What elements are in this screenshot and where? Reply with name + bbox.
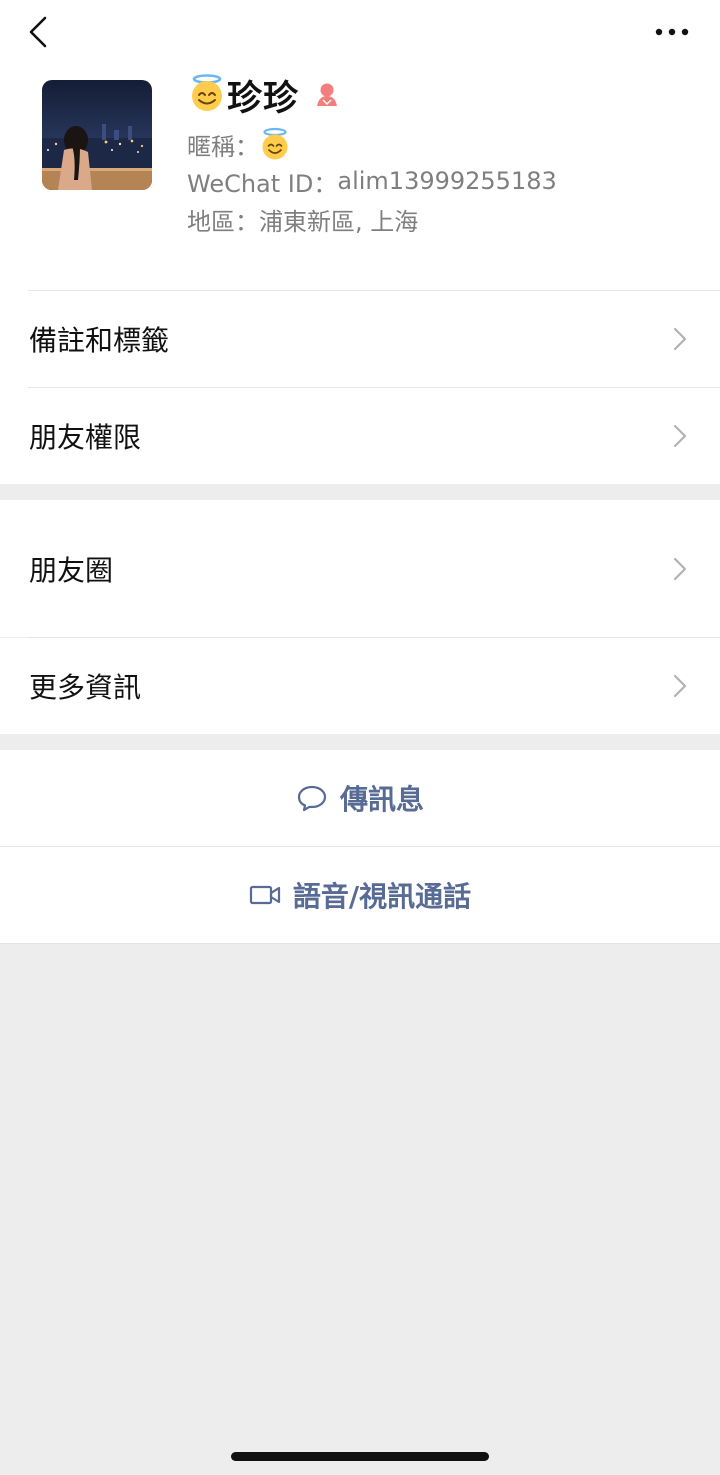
menu-item-friend-permissions[interactable]: 朋友權限 xyxy=(0,388,720,484)
region-label: 地區： xyxy=(187,207,259,236)
chevron-right-icon xyxy=(672,638,688,734)
menu-item-label: 更多資訊 xyxy=(29,671,142,704)
chevron-right-icon xyxy=(672,500,688,637)
menu-item-more-info[interactable]: 更多資訊 xyxy=(0,638,720,734)
video-camera-icon xyxy=(249,885,280,905)
chevron-left-icon xyxy=(29,16,47,48)
nickname-line: 暱稱： xyxy=(187,126,291,162)
call-label: 語音/視訊通話 xyxy=(292,880,472,913)
profile-header: 珍珍 暱稱： WeChat ID： alim13999255183 地區： 浦東… xyxy=(0,64,720,290)
avatar-image xyxy=(42,80,152,190)
more-button[interactable] xyxy=(644,10,700,54)
menu-item-label: 備註和標籤 xyxy=(29,324,170,357)
chevron-right-icon xyxy=(672,388,688,484)
region-value: 浦東新區, 上海 xyxy=(259,207,419,236)
halo-smile-emoji xyxy=(259,127,291,161)
chevron-right-icon xyxy=(672,291,688,387)
nav-bar xyxy=(0,0,720,64)
home-indicator[interactable] xyxy=(231,1452,489,1461)
wechat-id-label: WeChat ID： xyxy=(187,169,338,198)
back-button[interactable] xyxy=(18,10,58,54)
menu-item-label: 朋友圈 xyxy=(29,553,114,587)
halo-smile-emoji xyxy=(187,73,227,117)
voice-video-call-button[interactable]: 語音/視訊通話 xyxy=(0,847,720,943)
avatar[interactable] xyxy=(42,80,152,190)
chat-bubble-icon xyxy=(297,785,327,812)
wechat-id-line: WeChat ID： alim13999255183 xyxy=(187,163,557,199)
send-message-button[interactable]: 傳訊息 xyxy=(0,750,720,846)
profile-name: 珍珍 xyxy=(227,78,300,119)
female-icon xyxy=(313,82,341,108)
more-horizontal-icon xyxy=(655,28,689,36)
wechat-id-value: alim13999255183 xyxy=(337,167,557,195)
menu-item-moments[interactable]: 朋友圈 xyxy=(0,500,720,637)
menu-item-label: 朋友權限 xyxy=(29,421,142,454)
name-row: 珍珍 xyxy=(187,70,341,120)
region-line: 地區： 浦東新區, 上海 xyxy=(187,201,418,237)
nickname-label: 暱稱： xyxy=(187,132,259,161)
menu-item-notes-tags[interactable]: 備註和標籤 xyxy=(0,291,720,387)
send-message-label: 傳訊息 xyxy=(339,783,424,816)
divider xyxy=(0,943,720,944)
